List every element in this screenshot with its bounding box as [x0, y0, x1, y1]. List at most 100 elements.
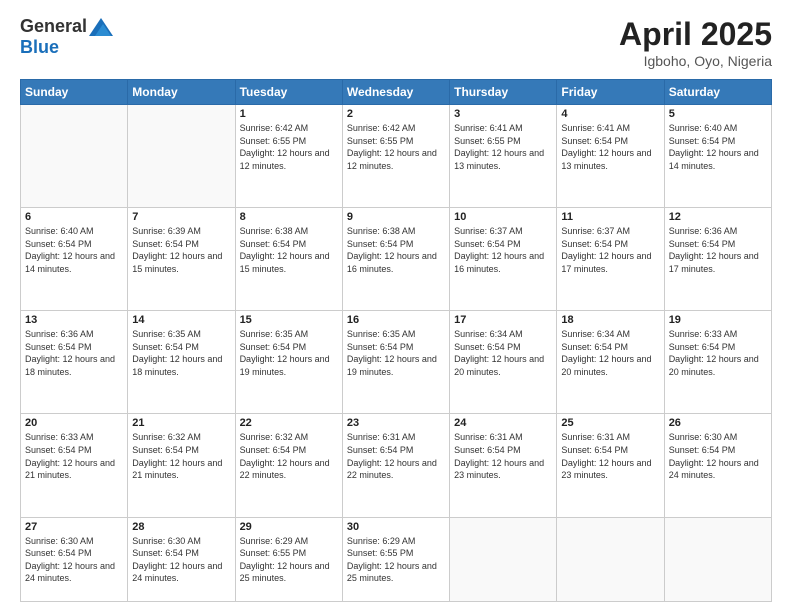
calendar-cell: 19 Sunrise: 6:33 AM Sunset: 6:54 PM Dayli… [664, 311, 771, 414]
day-number: 30 [347, 521, 445, 533]
day-info: Sunrise: 6:34 AM Sunset: 6:54 PM Dayligh… [454, 328, 552, 378]
calendar-cell: 15Sunrise: 6:35 AM Sunset: 6:54 PM Dayli… [235, 311, 342, 414]
day-number: 10 [454, 211, 552, 223]
calendar-cell: 29 Sunrise: 6:29 AM Sunset: 6:55 PM Dayli… [235, 517, 342, 601]
day-info: Sunrise: 6:42 AM Sunset: 6:55 PM Dayligh… [347, 122, 445, 172]
day-info: Sunrise: 6:37 AM Sunset: 6:54 PM Dayligh… [454, 225, 552, 275]
day-number: 16 [347, 314, 445, 326]
calendar-cell: 16Sunrise: 6:35 AM Sunset: 6:54 PM Dayli… [342, 311, 449, 414]
calendar-cell: 28Sunrise: 6:30 AM Sunset: 6:54 PM Dayli… [128, 517, 235, 601]
calendar-cell: 2 Sunrise: 6:42 AM Sunset: 6:55 PM Daylig… [342, 105, 449, 208]
subtitle: Igboho, Oyo, Nigeria [619, 53, 772, 69]
main-title: April 2025 [619, 16, 772, 53]
calendar-cell: 10 Sunrise: 6:37 AM Sunset: 6:54 PM Dayli… [450, 208, 557, 311]
calendar-header-wednesday: Wednesday [342, 80, 449, 105]
calendar-cell: 4Sunrise: 6:41 AM Sunset: 6:54 PM Daylig… [557, 105, 664, 208]
calendar-cell: 30Sunrise: 6:29 AM Sunset: 6:55 PM Dayli… [342, 517, 449, 601]
calendar-cell: 11 Sunrise: 6:37 AM Sunset: 6:54 PM Dayli… [557, 208, 664, 311]
calendar-cell: 26Sunrise: 6:30 AM Sunset: 6:54 PM Dayli… [664, 414, 771, 517]
day-number: 13 [25, 314, 123, 326]
day-info: Sunrise: 6:31 AM Sunset: 6:54 PM Dayligh… [454, 431, 552, 481]
calendar-header-row: SundayMondayTuesdayWednesdayThursdayFrid… [21, 80, 772, 105]
title-block: April 2025 Igboho, Oyo, Nigeria [619, 16, 772, 69]
calendar-week-5: 27 Sunrise: 6:30 AM Sunset: 6:54 PM Dayli… [21, 517, 772, 601]
day-info: Sunrise: 6:39 AM Sunset: 6:54 PM Dayligh… [132, 225, 230, 275]
logo: General Blue [20, 16, 113, 58]
calendar-cell: 5 Sunrise: 6:40 AM Sunset: 6:54 PM Daylig… [664, 105, 771, 208]
day-info: Sunrise: 6:29 AM Sunset: 6:55 PM Dayligh… [240, 535, 338, 585]
day-number: 7 [132, 211, 230, 223]
calendar-header-thursday: Thursday [450, 80, 557, 105]
day-number: 9 [347, 211, 445, 223]
day-info: Sunrise: 6:31 AM Sunset: 6:54 PM Dayligh… [561, 431, 659, 481]
day-info: Sunrise: 6:32 AM Sunset: 6:54 PM Dayligh… [240, 431, 338, 481]
day-info: Sunrise: 6:30 AM Sunset: 6:54 PM Dayligh… [25, 535, 123, 585]
day-number: 22 [240, 417, 338, 429]
calendar-cell: 7 Sunrise: 6:39 AM Sunset: 6:54 PM Daylig… [128, 208, 235, 311]
day-info: Sunrise: 6:36 AM Sunset: 6:54 PM Dayligh… [669, 225, 767, 275]
calendar-cell [128, 105, 235, 208]
calendar-cell: 22 Sunrise: 6:32 AM Sunset: 6:54 PM Dayli… [235, 414, 342, 517]
calendar-header-friday: Friday [557, 80, 664, 105]
calendar-week-1: 1 Sunrise: 6:42 AM Sunset: 6:55 PM Daylig… [21, 105, 772, 208]
calendar-week-4: 20 Sunrise: 6:33 AM Sunset: 6:54 PM Dayli… [21, 414, 772, 517]
calendar-header-tuesday: Tuesday [235, 80, 342, 105]
day-number: 3 [454, 108, 552, 120]
day-number: 11 [561, 211, 659, 223]
day-number: 27 [25, 521, 123, 533]
day-info: Sunrise: 6:30 AM Sunset: 6:54 PM Dayligh… [669, 431, 767, 481]
day-number: 29 [240, 521, 338, 533]
day-info: Sunrise: 6:35 AM Sunset: 6:54 PM Dayligh… [132, 328, 230, 378]
day-number: 8 [240, 211, 338, 223]
day-number: 19 [669, 314, 767, 326]
day-number: 25 [561, 417, 659, 429]
calendar-cell: 6Sunrise: 6:40 AM Sunset: 6:54 PM Daylig… [21, 208, 128, 311]
day-info: Sunrise: 6:35 AM Sunset: 6:54 PM Dayligh… [240, 328, 338, 378]
calendar-cell: 3 Sunrise: 6:41 AM Sunset: 6:55 PM Daylig… [450, 105, 557, 208]
calendar-cell [557, 517, 664, 601]
day-info: Sunrise: 6:32 AM Sunset: 6:54 PM Dayligh… [132, 431, 230, 481]
calendar-header-sunday: Sunday [21, 80, 128, 105]
day-info: Sunrise: 6:38 AM Sunset: 6:54 PM Dayligh… [347, 225, 445, 275]
calendar-table: SundayMondayTuesdayWednesdayThursdayFrid… [20, 79, 772, 602]
day-number: 20 [25, 417, 123, 429]
calendar-cell: 1 Sunrise: 6:42 AM Sunset: 6:55 PM Daylig… [235, 105, 342, 208]
day-number: 4 [561, 108, 659, 120]
day-info: Sunrise: 6:38 AM Sunset: 6:54 PM Dayligh… [240, 225, 338, 275]
calendar-cell: 14 Sunrise: 6:35 AM Sunset: 6:54 PM Dayli… [128, 311, 235, 414]
day-info: Sunrise: 6:40 AM Sunset: 6:54 PM Dayligh… [25, 225, 123, 275]
day-number: 12 [669, 211, 767, 223]
logo-general-text: General [20, 16, 87, 37]
day-info: Sunrise: 6:33 AM Sunset: 6:54 PM Dayligh… [25, 431, 123, 481]
day-info: Sunrise: 6:31 AM Sunset: 6:54 PM Dayligh… [347, 431, 445, 481]
day-number: 23 [347, 417, 445, 429]
day-number: 1 [240, 108, 338, 120]
day-number: 14 [132, 314, 230, 326]
day-info: Sunrise: 6:40 AM Sunset: 6:54 PM Dayligh… [669, 122, 767, 172]
calendar-cell: 9 Sunrise: 6:38 AM Sunset: 6:54 PM Daylig… [342, 208, 449, 311]
day-number: 21 [132, 417, 230, 429]
calendar-week-2: 6Sunrise: 6:40 AM Sunset: 6:54 PM Daylig… [21, 208, 772, 311]
calendar-header-monday: Monday [128, 80, 235, 105]
day-info: Sunrise: 6:37 AM Sunset: 6:54 PM Dayligh… [561, 225, 659, 275]
day-info: Sunrise: 6:33 AM Sunset: 6:54 PM Dayligh… [669, 328, 767, 378]
calendar-cell: 25 Sunrise: 6:31 AM Sunset: 6:54 PM Dayli… [557, 414, 664, 517]
calendar-cell [21, 105, 128, 208]
day-number: 18 [561, 314, 659, 326]
calendar-cell: 12 Sunrise: 6:36 AM Sunset: 6:54 PM Dayli… [664, 208, 771, 311]
calendar-cell: 27 Sunrise: 6:30 AM Sunset: 6:54 PM Dayli… [21, 517, 128, 601]
day-info: Sunrise: 6:42 AM Sunset: 6:55 PM Dayligh… [240, 122, 338, 172]
page: General Blue April 2025 Igboho, Oyo, Nig… [0, 0, 792, 612]
calendar-cell: 24Sunrise: 6:31 AM Sunset: 6:54 PM Dayli… [450, 414, 557, 517]
logo-icon [89, 18, 113, 36]
day-info: Sunrise: 6:36 AM Sunset: 6:54 PM Dayligh… [25, 328, 123, 378]
calendar-cell: 13 Sunrise: 6:36 AM Sunset: 6:54 PM Dayli… [21, 311, 128, 414]
calendar-cell: 20 Sunrise: 6:33 AM Sunset: 6:54 PM Dayli… [21, 414, 128, 517]
day-info: Sunrise: 6:41 AM Sunset: 6:55 PM Dayligh… [454, 122, 552, 172]
day-number: 5 [669, 108, 767, 120]
calendar-cell: 23 Sunrise: 6:31 AM Sunset: 6:54 PM Dayli… [342, 414, 449, 517]
day-number: 17 [454, 314, 552, 326]
calendar-cell: 18Sunrise: 6:34 AM Sunset: 6:54 PM Dayli… [557, 311, 664, 414]
calendar-cell [664, 517, 771, 601]
day-number: 2 [347, 108, 445, 120]
